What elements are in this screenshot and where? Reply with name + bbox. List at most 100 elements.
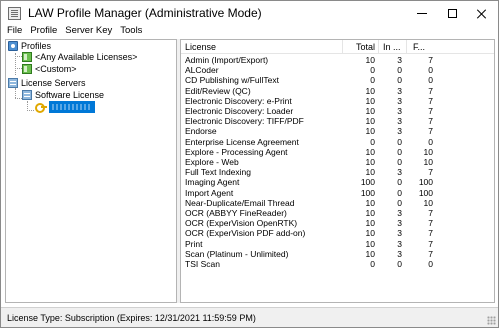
table-row[interactable]: Endorse 10 3 7 [181,127,494,136]
in-use-cell: 3 [397,107,402,116]
tree-connector [15,88,16,98]
menu-tools[interactable]: Tools [116,24,146,37]
tree-connector [15,56,22,57]
profile-tree[interactable]: Profiles <Any Available Licenses> <Custo… [5,39,177,303]
free-cell: 100 [418,188,433,198]
menu-file[interactable]: File [3,24,26,37]
table-row[interactable]: OCR (ExperVision PDF add-on) 10 3 7 [181,229,494,238]
license-name-cell: OCR (ExperVision PDF add-on) [185,229,306,239]
list-header: License Total In ... F... [181,40,494,54]
in-use-cell: 0 [397,158,402,167]
total-cell: 10 [365,117,375,127]
in-use-cell: 3 [397,168,402,178]
total-cell: 10 [365,56,375,65]
in-use-cell: 0 [397,76,402,86]
total-cell: 100 [360,188,375,198]
license-name-cell: OCR (ExperVision OpenRTK) [185,219,298,229]
in-use-cell: 3 [397,219,402,229]
table-row[interactable]: Edit/Review (QC) 10 3 7 [181,87,494,96]
free-cell: 100 [418,178,433,188]
table-row[interactable]: Electronic Discovery: e-Print 10 3 7 [181,97,494,106]
total-cell: 10 [365,127,375,137]
tree-connector [27,110,34,111]
license-name-cell: CD Publishing w/FullText [185,76,280,86]
free-cell: 0 [428,76,433,86]
in-use-cell: 3 [397,56,402,65]
app-window: LAW Profile Manager (Administrative Mode… [0,0,499,328]
table-row[interactable]: Enterprise License Agreement 0 0 0 [181,138,494,147]
table-row[interactable]: Explore - Web 10 0 10 [181,158,494,167]
license-name-cell: ALCoder [185,66,219,76]
status-bar: License Type: Subscription (Expires: 12/… [1,307,498,327]
table-row[interactable]: Explore - Processing Agent 10 0 10 [181,148,494,157]
tree-item-server-key[interactable] [35,101,97,113]
license-name-cell: Import Agent [185,188,234,198]
license-name-cell: Scan (Platinum - Unlimited) [185,249,289,259]
table-row[interactable]: CD Publishing w/FullText 0 0 0 [181,76,494,85]
column-header-in-use[interactable]: In ... [378,40,406,54]
free-cell: 0 [428,66,433,76]
key-icon [35,103,47,113]
total-cell: 10 [365,107,375,116]
license-name-cell: Explore - Web [185,158,239,167]
license-name-cell: Full Text Indexing [185,168,251,178]
total-cell: 0 [370,66,375,76]
menu-profile[interactable]: Profile [26,24,61,37]
table-row[interactable]: OCR (ABBYY FineReader) 10 3 7 [181,209,494,218]
table-row[interactable]: Print 10 3 7 [181,240,494,249]
table-row[interactable]: TSI Scan 0 0 0 [181,260,494,269]
table-row[interactable]: ALCoder 0 0 0 [181,66,494,75]
server-icon [8,78,18,88]
total-cell: 100 [360,178,375,188]
selected-key-label [52,104,92,110]
resize-grip-icon[interactable] [487,316,496,325]
license-name-cell: Electronic Discovery: Loader [185,107,294,116]
table-row[interactable]: Admin (Import/Export) 10 3 7 [181,56,494,65]
menu-bar: File Profile Server Key Tools [1,23,498,38]
total-cell: 10 [365,219,375,229]
tree-connector [15,68,22,69]
license-name-cell: Near-Duplicate/Email Thread [185,198,295,208]
table-row[interactable]: Electronic Discovery: Loader 10 3 7 [181,107,494,116]
free-cell: 0 [428,137,433,147]
license-name-cell: TSI Scan [185,260,220,269]
free-cell: 0 [428,260,433,269]
free-cell: 7 [428,239,433,249]
total-cell: 10 [365,239,375,249]
in-use-cell: 3 [397,239,402,249]
free-cell: 7 [428,229,433,239]
license-name-cell: Admin (Import/Export) [185,56,269,65]
table-row[interactable]: OCR (ExperVision OpenRTK) 10 3 7 [181,219,494,228]
table-row[interactable]: Full Text Indexing 10 3 7 [181,168,494,177]
profiles-icon [8,41,18,51]
total-cell: 10 [365,96,375,106]
license-name-cell: Endorse [185,127,217,137]
close-icon [477,9,487,19]
minimize-icon [417,13,427,14]
menu-server-key[interactable]: Server Key [61,24,116,37]
free-cell: 7 [428,219,433,229]
server-icon [22,90,32,100]
column-header-total[interactable]: Total [342,40,378,54]
tree-item-any-available-label: <Any Available Licenses> [35,52,138,62]
status-text: License Type: Subscription (Expires: 12/… [7,313,256,323]
column-header-free[interactable]: F... [406,40,436,54]
license-name-cell: Imaging Agent [185,178,240,188]
column-header-license[interactable]: License [181,40,342,54]
free-cell: 7 [428,209,433,218]
license-list[interactable]: License Total In ... F... Admin (Import/… [180,39,495,303]
table-row[interactable]: Import Agent 100 0 100 [181,189,494,198]
in-use-cell: 3 [397,96,402,106]
in-use-cell: 0 [397,66,402,76]
table-row[interactable]: Electronic Discovery: TIFF/PDF 10 3 7 [181,117,494,126]
window-title: LAW Profile Manager (Administrative Mode… [28,6,262,20]
total-cell: 10 [365,158,375,167]
total-cell: 10 [365,198,375,208]
in-use-cell: 0 [397,178,402,188]
free-cell: 7 [428,56,433,65]
table-row[interactable]: Near-Duplicate/Email Thread 10 0 10 [181,199,494,208]
table-row[interactable]: Scan (Platinum - Unlimited) 10 3 7 [181,250,494,259]
in-use-cell: 0 [397,137,402,147]
table-row[interactable]: Imaging Agent 100 0 100 [181,178,494,187]
free-cell: 7 [428,86,433,96]
